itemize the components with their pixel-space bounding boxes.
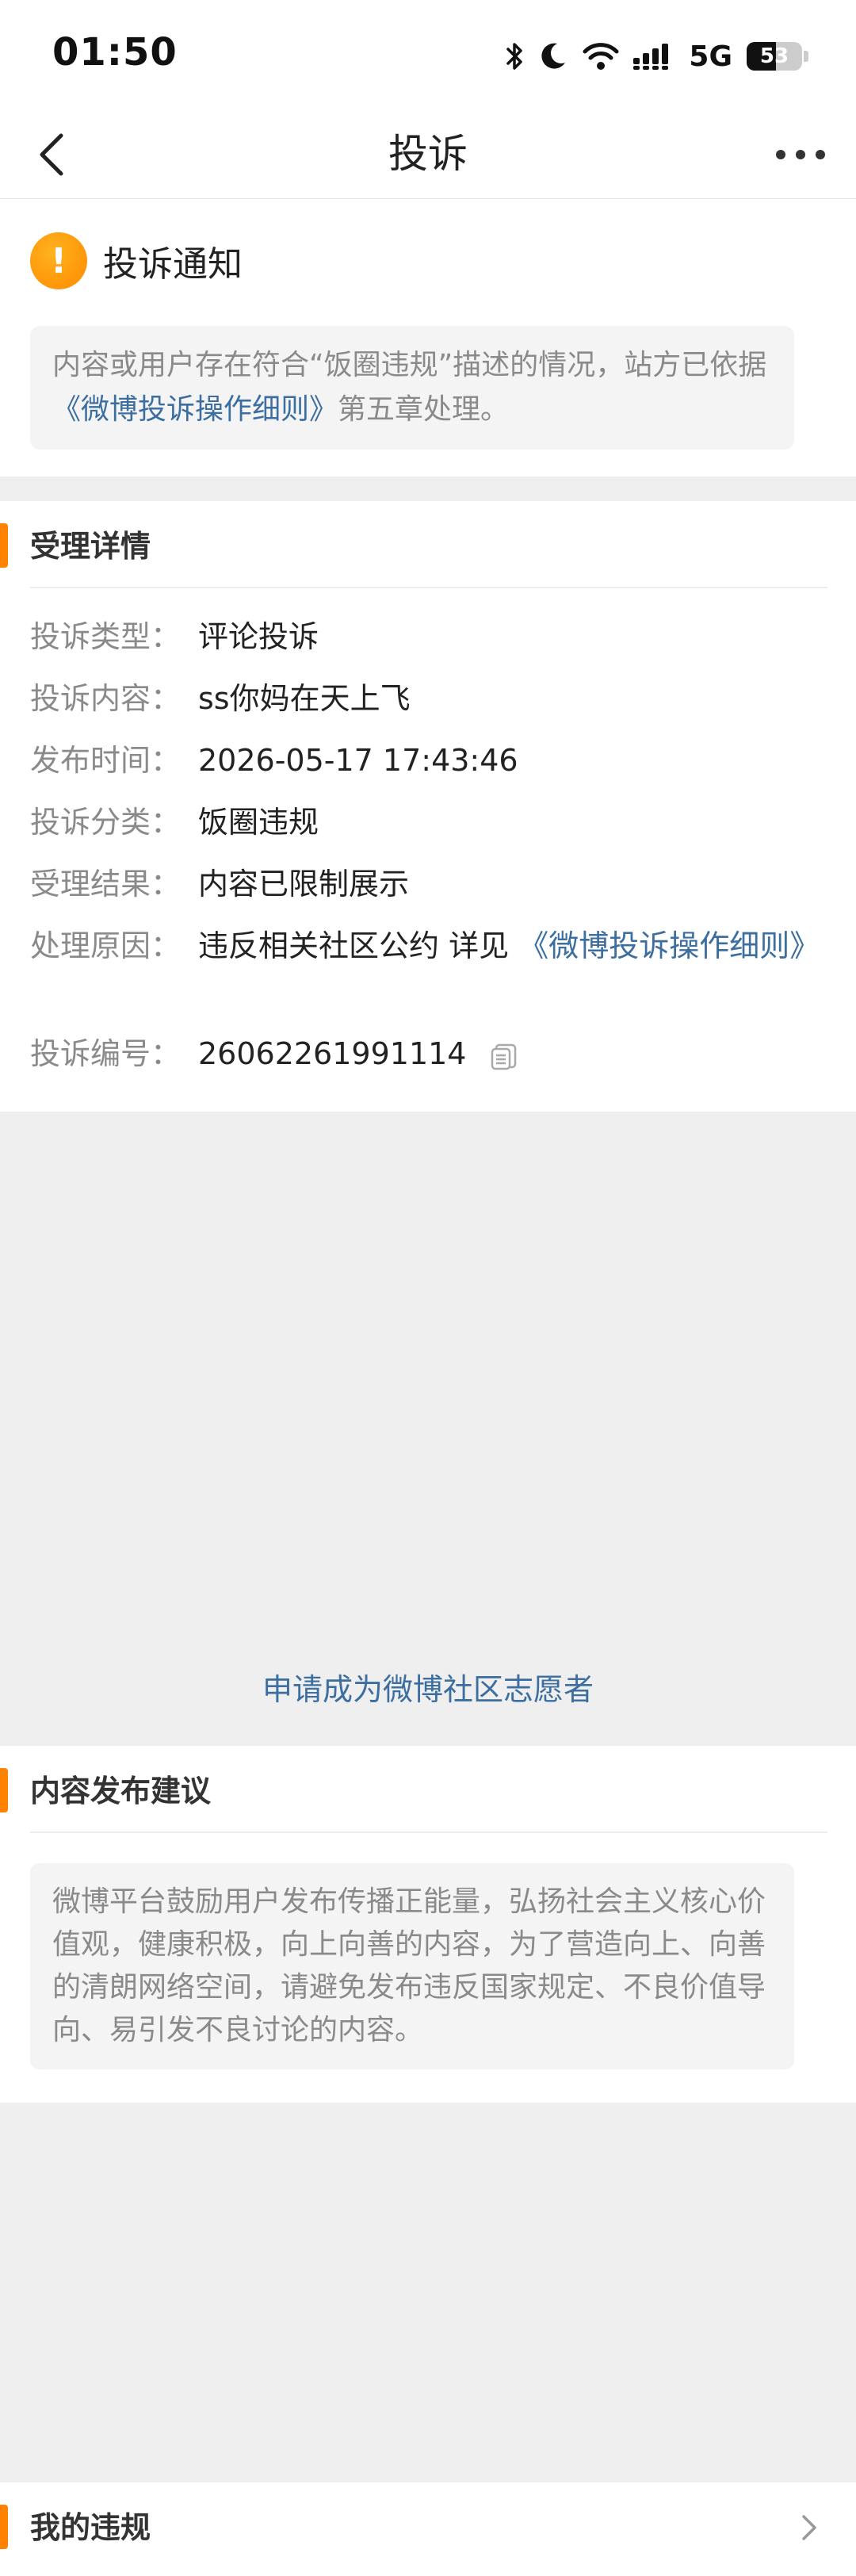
detail-row-result: 受理结果： 内容已限制展示	[30, 859, 824, 909]
notice-card: ! 投诉通知 内容或用户存在符合“饭圈违规”描述的情况，站方已依据《微博投诉操作…	[0, 199, 856, 477]
detail-value: 饭圈违规	[198, 805, 319, 840]
notice-header: ! 投诉通知	[30, 232, 243, 289]
battery-level: 53	[759, 44, 789, 68]
detail-label: 发布时间：	[30, 743, 182, 778]
copy-icon[interactable]	[489, 1041, 519, 1071]
section-title: 内容发布建议	[30, 1774, 212, 1809]
my-violations-row[interactable]: 我的违规	[0, 2482, 856, 2576]
chevron-right-icon	[789, 2508, 829, 2547]
section-accent-bar	[0, 1768, 8, 1812]
status-icons: 5G 53	[505, 36, 808, 76]
detail-row-time: 发布时间： 2026-05-17 17:43:46	[30, 736, 824, 785]
detail-row-content: 投诉内容： ss你妈在天上飞	[30, 674, 824, 723]
network-type: 5G	[689, 40, 732, 73]
detail-value: 违反相关社区公约 详见 《微博投诉操作细则》	[198, 921, 824, 970]
section-title: 受理详情	[30, 529, 151, 564]
advice-text: 微博平台鼓励用户发布传播正能量，弘扬社会主义核心价值观，健康积极，向上向善的内容…	[30, 1863, 794, 2069]
wifi-icon	[583, 43, 619, 70]
notice-text: 内容或用户存在符合“饭圈违规”描述的情况，站方已依据	[52, 349, 767, 381]
detail-value: ss你妈在天上飞	[198, 681, 411, 716]
notice-title: 投诉通知	[103, 244, 243, 285]
section-header: 内容发布建议	[0, 1746, 856, 1833]
more-dots-icon	[776, 150, 825, 159]
status-time: 01:50	[52, 30, 178, 75]
detail-row-type: 投诉类型： 评论投诉	[30, 612, 824, 661]
divider	[30, 1832, 827, 1833]
detail-label: 投诉内容：	[30, 681, 182, 716]
page-title: 投诉	[388, 131, 468, 177]
moon-icon	[541, 43, 566, 69]
battery-cap	[804, 51, 808, 62]
nav-bar: 投诉	[0, 111, 856, 199]
reason-rule-link[interactable]: 《微博投诉操作细则》	[518, 928, 820, 963]
detail-value: 26062261991114	[198, 1029, 824, 1078]
rule-link[interactable]: 《微博投诉操作细则》	[52, 393, 338, 426]
detail-value: 评论投诉	[198, 619, 319, 654]
bluetooth-icon	[506, 43, 523, 70]
reason-text: 违反相关社区公约 详见	[198, 928, 510, 963]
divider	[30, 587, 827, 588]
more-button[interactable]	[769, 127, 832, 182]
section-accent-bar	[0, 523, 8, 568]
detail-value: 内容已限制展示	[198, 867, 410, 901]
section-accent-bar	[0, 2505, 8, 2549]
detail-label: 受理结果：	[30, 867, 182, 901]
notice-text-after: 第五章处理。	[338, 393, 510, 426]
section-header: 我的违规	[0, 2482, 856, 2570]
notice-message: 内容或用户存在符合“饭圈违规”描述的情况，站方已依据《微博投诉操作细则》第五章处…	[30, 326, 794, 450]
status-bar: 01:50 5G 53	[0, 0, 856, 111]
detail-label: 处理原因：	[30, 928, 182, 963]
detail-row-id: 投诉编号： 26062261991114	[30, 1029, 824, 1078]
signal-icon	[633, 44, 669, 70]
detail-row-category: 投诉分类： 饭圈违规	[30, 798, 824, 847]
battery-icon: 53	[747, 42, 802, 71]
section-title: 我的违规	[30, 2510, 151, 2545]
details-section: 受理详情 投诉类型： 评论投诉 投诉内容： ss你妈在天上飞 发布时间： 202…	[0, 501, 856, 1112]
complaint-id: 26062261991114	[198, 1036, 467, 1071]
detail-label: 投诉分类：	[30, 805, 182, 840]
volunteer-link[interactable]: 申请成为微博社区志愿者	[0, 1665, 856, 1709]
detail-row-reason: 处理原因： 违反相关社区公约 详见 《微博投诉操作细则》	[30, 921, 824, 970]
detail-value: 2026-05-17 17:43:46	[198, 743, 518, 778]
detail-label: 投诉编号：	[30, 1036, 182, 1071]
advice-section: 内容发布建议 微博平台鼓励用户发布传播正能量，弘扬社会主义核心价值观，健康积极，…	[0, 1746, 856, 2103]
warning-icon: !	[30, 232, 87, 289]
section-header: 受理详情	[0, 501, 856, 588]
detail-label: 投诉类型：	[30, 619, 182, 654]
